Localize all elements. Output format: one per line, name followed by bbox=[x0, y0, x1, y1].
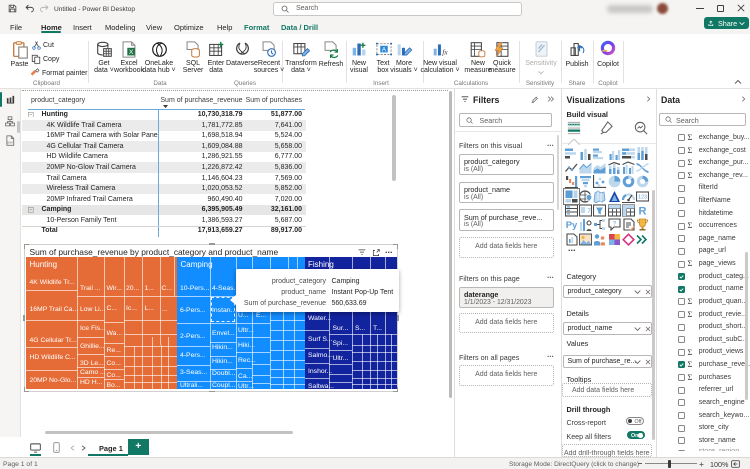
svg-text:Py: Py bbox=[565, 220, 577, 231]
svg-text:R: R bbox=[639, 205, 647, 217]
svg-text:X: X bbox=[128, 49, 133, 56]
svg-text:123: 123 bbox=[638, 194, 647, 200]
svg-text:DAX: DAX bbox=[7, 140, 13, 144]
svg-text:fx: fx bbox=[442, 48, 448, 57]
